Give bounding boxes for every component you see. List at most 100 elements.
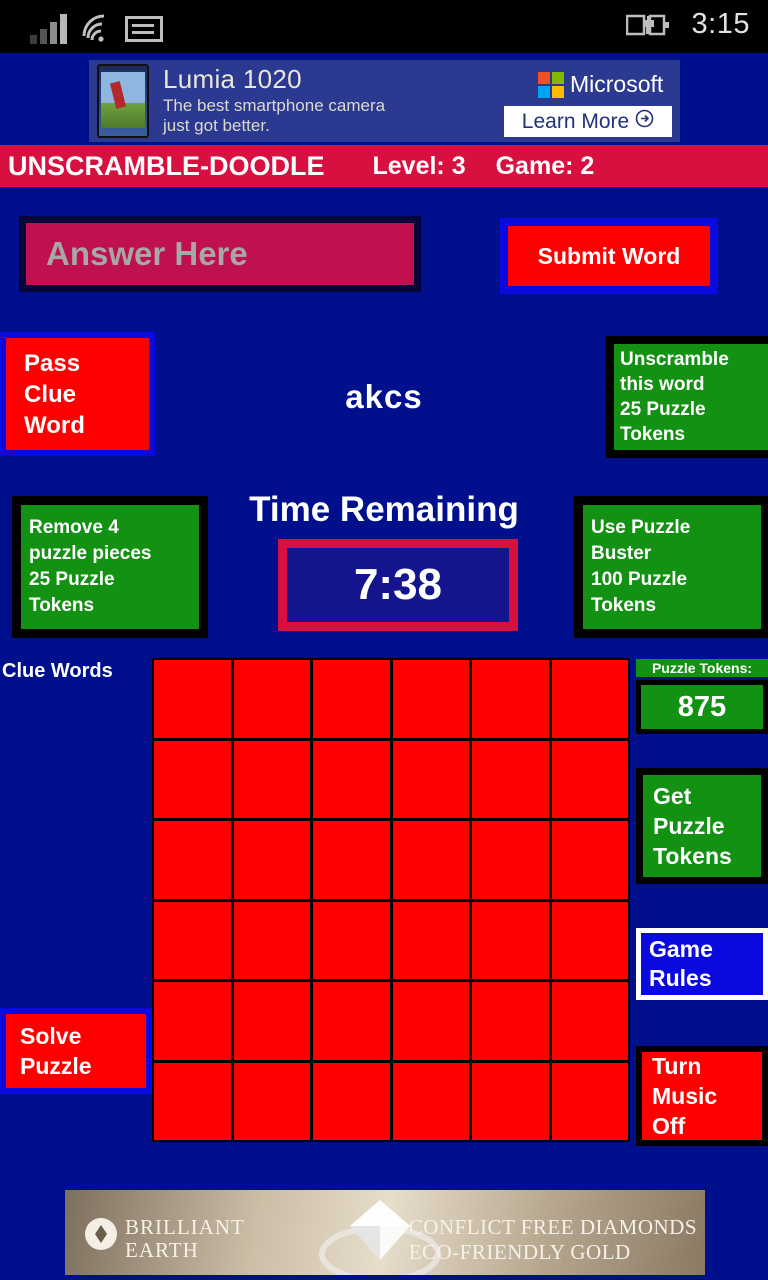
puzzle-grid[interactable] [152, 658, 630, 1142]
puzzle-tokens-count: 875 [641, 685, 763, 729]
puzzle-cell[interactable] [551, 821, 628, 899]
buster-line1: Use Puzzle [591, 517, 691, 538]
ad-bottom-tagline: CONFLICT FREE DIAMONDS ECO-FRIENDLY GOLD [409, 1215, 697, 1265]
puzzle-cell[interactable] [392, 821, 469, 899]
solve-puzzle-frame[interactable]: Solve Puzzle [0, 1008, 152, 1094]
unscramble-line1: Unscramble [620, 349, 729, 370]
puzzle-cell[interactable] [551, 1062, 628, 1140]
sim-card-icon [125, 16, 163, 42]
puzzle-cell[interactable] [392, 901, 469, 979]
remove-line4: Tokens [29, 595, 95, 616]
music-line1: Turn [652, 1053, 702, 1079]
puzzle-cell[interactable] [551, 660, 628, 738]
puzzle-cell[interactable] [472, 982, 549, 1060]
puzzle-cell[interactable] [154, 901, 231, 979]
bottom-ad-banner[interactable]: BRILLIANT EARTH CONFLICT FREE DIAMONDS E… [65, 1190, 705, 1275]
level-indicator: Level: 3 [372, 151, 466, 180]
diamond-logo-icon [85, 1218, 117, 1250]
buster-line4: Tokens [591, 595, 657, 616]
puzzle-cell[interactable] [551, 901, 628, 979]
arrow-right-circle-icon [635, 109, 654, 134]
game-rules-frame[interactable]: Game Rules [636, 928, 768, 1000]
puzzle-cell[interactable] [551, 740, 628, 818]
puzzle-cell[interactable] [392, 660, 469, 738]
remove-line2: puzzle pieces [29, 543, 152, 564]
buster-line2: Buster [591, 543, 652, 564]
puzzle-cell[interactable] [233, 982, 310, 1060]
puzzle-cell[interactable] [233, 1062, 310, 1140]
answer-input[interactable]: Answer Here [26, 223, 414, 285]
get-tokens-frame[interactable]: Get Puzzle Tokens [636, 768, 768, 884]
submit-word-button[interactable]: Submit Word [508, 226, 710, 286]
puzzle-cell[interactable] [313, 901, 390, 979]
puzzle-cell[interactable] [154, 740, 231, 818]
battery-charging-icon [625, 13, 670, 37]
ad-subtext: The best smartphone camera just got bett… [163, 96, 385, 136]
clue-words-label: Clue Words [2, 660, 113, 682]
game-rules-button[interactable]: Game Rules [641, 933, 763, 995]
solve-line1: Solve [20, 1023, 82, 1049]
puzzle-cell[interactable] [313, 1062, 390, 1140]
timer-frame: 7:38 [278, 539, 518, 631]
ad-bottom-tag-line2: ECO-FRIENDLY GOLD [408, 1240, 631, 1264]
ad-subtext-line1: The best smartphone camera [163, 96, 386, 115]
puzzle-cell[interactable] [392, 740, 469, 818]
answer-input-frame[interactable]: Answer Here [19, 216, 421, 292]
puzzle-cell[interactable] [154, 982, 231, 1060]
puzzle-buster-button[interactable]: Use Puzzle Buster 100 Puzzle Tokens [583, 505, 761, 629]
rules-line1: Game [649, 936, 713, 962]
unscramble-word-frame[interactable]: Unscramble this word 25 Puzzle Tokens [606, 336, 768, 458]
game-screen: 3:15 Lumia 1020 The best smartphone came… [0, 0, 768, 1280]
puzzle-cell[interactable] [313, 982, 390, 1060]
get-line1: Get [653, 783, 692, 809]
ad-bottom-brand-line1: BRILLIANT [125, 1215, 245, 1239]
puzzle-cell[interactable] [313, 821, 390, 899]
puzzle-cell[interactable] [313, 740, 390, 818]
ad-learn-more-button[interactable]: Learn More [504, 106, 672, 137]
remove-line3: 25 Puzzle [29, 569, 115, 590]
puzzle-cell[interactable] [154, 821, 231, 899]
puzzle-tokens-frame: 875 [636, 680, 768, 734]
puzzle-buster-frame[interactable]: Use Puzzle Buster 100 Puzzle Tokens [574, 496, 768, 638]
ad-bottom-brand-line2: EARTH [125, 1238, 199, 1262]
puzzle-cell[interactable] [551, 982, 628, 1060]
game-title-bar: UNSCRAMBLE-DOODLE Level: 3 Game: 2 [0, 145, 768, 187]
microsoft-logo-icon [538, 72, 564, 98]
puzzle-cell[interactable] [472, 740, 549, 818]
ad-bottom-brand: BRILLIANT EARTH [125, 1216, 245, 1262]
turn-music-off-button[interactable]: Turn Music Off [642, 1052, 762, 1140]
puzzle-cell[interactable] [233, 901, 310, 979]
submit-word-frame[interactable]: Submit Word [500, 218, 718, 294]
solve-line2: Puzzle [20, 1053, 92, 1079]
puzzle-cell[interactable] [233, 821, 310, 899]
puzzle-cell[interactable] [472, 660, 549, 738]
get-line2: Puzzle [653, 813, 725, 839]
get-puzzle-tokens-button[interactable]: Get Puzzle Tokens [643, 775, 761, 877]
puzzle-cell[interactable] [392, 1062, 469, 1140]
status-right-group: 3:15 [625, 8, 750, 41]
puzzle-cell[interactable] [472, 821, 549, 899]
ad-learn-more-label: Learn More [521, 109, 630, 133]
game-indicator: Game: 2 [495, 151, 595, 180]
answer-placeholder: Answer Here [46, 235, 248, 272]
top-ad-banner[interactable]: Lumia 1020 The best smartphone camera ju… [89, 60, 680, 142]
puzzle-cell[interactable] [233, 740, 310, 818]
unscramble-line2: this word [620, 374, 705, 395]
ad-bottom-tag-line1: CONFLICT FREE DIAMONDS [408, 1215, 697, 1239]
puzzle-cell[interactable] [313, 660, 390, 738]
puzzle-cell[interactable] [472, 1062, 549, 1140]
puzzle-cell[interactable] [392, 982, 469, 1060]
solve-puzzle-button[interactable]: Solve Puzzle [6, 1014, 146, 1088]
puzzle-cell[interactable] [154, 1062, 231, 1140]
signal-bars-icon [30, 14, 67, 44]
puzzle-tokens-header: Puzzle Tokens: [636, 659, 768, 677]
timer-value: 7:38 [287, 548, 509, 622]
unscramble-word-button[interactable]: Unscramble this word 25 Puzzle Tokens [614, 344, 768, 450]
app-title: UNSCRAMBLE-DOODLE [8, 150, 325, 181]
puzzle-cell[interactable] [154, 660, 231, 738]
unscramble-line3: 25 Puzzle [620, 399, 706, 420]
turn-music-off-frame[interactable]: Turn Music Off [636, 1046, 768, 1146]
rules-line2: Rules [649, 965, 712, 991]
puzzle-cell[interactable] [233, 660, 310, 738]
puzzle-cell[interactable] [472, 901, 549, 979]
